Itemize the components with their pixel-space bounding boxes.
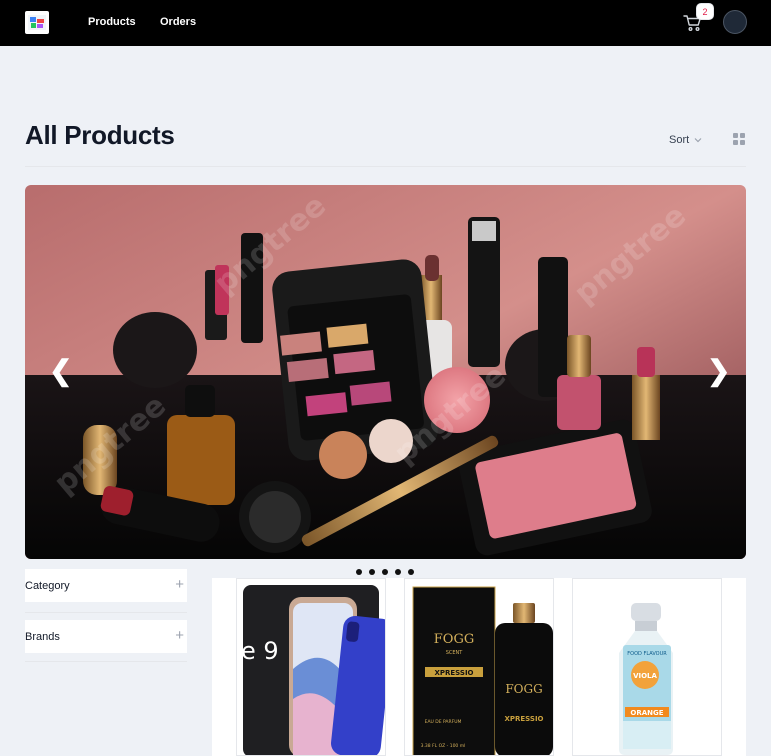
carousel-dot[interactable] bbox=[395, 569, 401, 575]
top-navbar: Products Orders 2 bbox=[0, 0, 771, 46]
store-logo-icon[interactable] bbox=[25, 11, 49, 34]
perfume-name: XPRESSIO bbox=[434, 669, 473, 677]
perfume-brand: FOGG bbox=[434, 632, 474, 647]
grid-view-icon[interactable] bbox=[733, 133, 745, 145]
perfume-type: EAU DE PARFUM bbox=[425, 719, 462, 725]
chevron-down-icon bbox=[694, 138, 702, 143]
filter-brands-label: Brands bbox=[25, 631, 60, 643]
title-divider bbox=[25, 166, 746, 167]
filter-category[interactable]: Category + bbox=[25, 569, 187, 602]
filter-divider bbox=[25, 612, 187, 613]
user-avatar[interactable] bbox=[723, 10, 747, 34]
nav-products[interactable]: Products bbox=[88, 16, 136, 28]
carousel-dot[interactable] bbox=[382, 569, 388, 575]
filter-brands[interactable]: Brands + bbox=[25, 620, 187, 653]
flavour-brand: VIOLA bbox=[633, 672, 657, 680]
carousel-dot[interactable] bbox=[408, 569, 414, 575]
sort-label: Sort bbox=[669, 134, 690, 146]
carousel-indicators bbox=[356, 569, 414, 575]
page-title: All Products bbox=[25, 120, 175, 150]
filter-category-label: Category bbox=[25, 580, 70, 592]
plus-icon[interactable]: + bbox=[175, 576, 184, 593]
plus-icon[interactable]: + bbox=[175, 627, 184, 644]
perfume-product-image: FOGG SCENT XPRESSIO EAU DE PARFUM 3.38 F… bbox=[412, 586, 553, 755]
phone-product-image: e 9 bbox=[241, 585, 385, 755]
perfume-volume: 3.38 FL OZ - 100 ml bbox=[421, 743, 466, 749]
carousel-dot[interactable] bbox=[356, 569, 362, 575]
filter-divider bbox=[25, 661, 187, 662]
hero-carousel: pngtree pngtree pngtree pngtree bbox=[25, 185, 746, 559]
flavour-product-image: FOOD FLAVOUR VIOLA ORANGE bbox=[619, 603, 673, 755]
cosmetics-banner-image: pngtree pngtree pngtree pngtree bbox=[25, 185, 746, 559]
phone-product-text: e 9 bbox=[241, 637, 279, 665]
carousel-prev-button[interactable]: ❮ bbox=[49, 357, 72, 385]
flavour-label: FOOD FLAVOUR bbox=[627, 651, 667, 657]
perfume-bottle-name: XPRESSIO bbox=[504, 715, 543, 723]
perfume-sub: SCENT bbox=[446, 650, 464, 656]
carousel-dot[interactable] bbox=[369, 569, 375, 575]
flavour-name: ORANGE bbox=[630, 709, 663, 717]
carousel-next-button[interactable]: ❯ bbox=[707, 357, 730, 385]
product-card-flavour[interactable]: FOOD FLAVOUR VIOLA ORANGE bbox=[572, 578, 722, 756]
cart-count-badge: 2 bbox=[696, 3, 714, 20]
product-card-phone[interactable]: e 9 bbox=[236, 578, 386, 756]
perfume-bottle-brand: FOGG bbox=[505, 682, 542, 696]
product-card-perfume[interactable]: FOGG SCENT XPRESSIO EAU DE PARFUM 3.38 F… bbox=[404, 578, 554, 756]
nav-orders[interactable]: Orders bbox=[160, 16, 196, 28]
sort-dropdown[interactable]: Sort bbox=[669, 134, 702, 146]
